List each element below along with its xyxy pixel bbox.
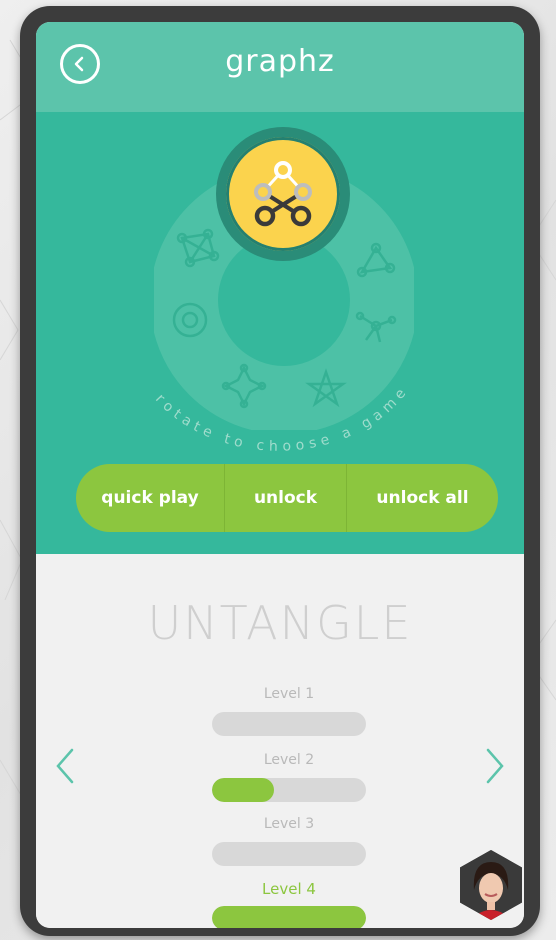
- previous-game-button[interactable]: [48, 746, 82, 786]
- level-label: Level 1: [263, 686, 315, 702]
- graph-nodes-icon: [254, 161, 312, 227]
- next-game-button[interactable]: [478, 746, 512, 786]
- level-item[interactable]: Level 1: [212, 686, 366, 736]
- levels-panel: UNTANGLE Level 1 Level 2 Level 3 Level 4: [36, 554, 524, 928]
- level-label: Level 3: [263, 816, 315, 832]
- svg-text:rotate to choose a game: rotate to choose a game: [152, 382, 412, 455]
- level-progress-fill: [212, 778, 274, 802]
- unlock-button[interactable]: unlock: [224, 464, 346, 532]
- rotate-hint-text: rotate to choose a game: [152, 382, 407, 455]
- action-bar: quick play unlock unlock all: [76, 464, 498, 532]
- unlock-all-button[interactable]: unlock all: [346, 464, 498, 532]
- game-title: UNTANGLE: [147, 596, 413, 650]
- selected-game-icon-container: [226, 137, 340, 251]
- level-progress-fill: [212, 906, 366, 928]
- game-selector-panel: rotate to choose a game quick play unloc…: [36, 112, 524, 554]
- level-progress-bar[interactable]: [212, 906, 366, 928]
- level-label: Level 4: [262, 880, 316, 898]
- app-screen: graphz rotate to choose a game quick pla…: [36, 22, 524, 928]
- top-bar: graphz: [36, 22, 524, 112]
- chevron-left-icon: [56, 748, 74, 784]
- rotate-hint-label: rotate to choose a game: [152, 382, 412, 455]
- app-title: graphz: [225, 44, 335, 79]
- level-item[interactable]: Level 4: [212, 880, 366, 928]
- level-progress-bar[interactable]: [212, 712, 366, 736]
- quick-play-button[interactable]: quick play: [76, 464, 224, 532]
- level-progress-bar[interactable]: [212, 778, 366, 802]
- chevron-right-icon: [486, 748, 504, 784]
- phone-frame: graphz rotate to choose a game quick pla…: [20, 6, 540, 936]
- selected-game-badge[interactable]: [216, 127, 350, 261]
- level-item[interactable]: Level 3: [212, 816, 366, 866]
- level-label: Level 2: [263, 752, 315, 768]
- level-item[interactable]: Level 2: [212, 752, 366, 802]
- level-progress-bar[interactable]: [212, 842, 366, 866]
